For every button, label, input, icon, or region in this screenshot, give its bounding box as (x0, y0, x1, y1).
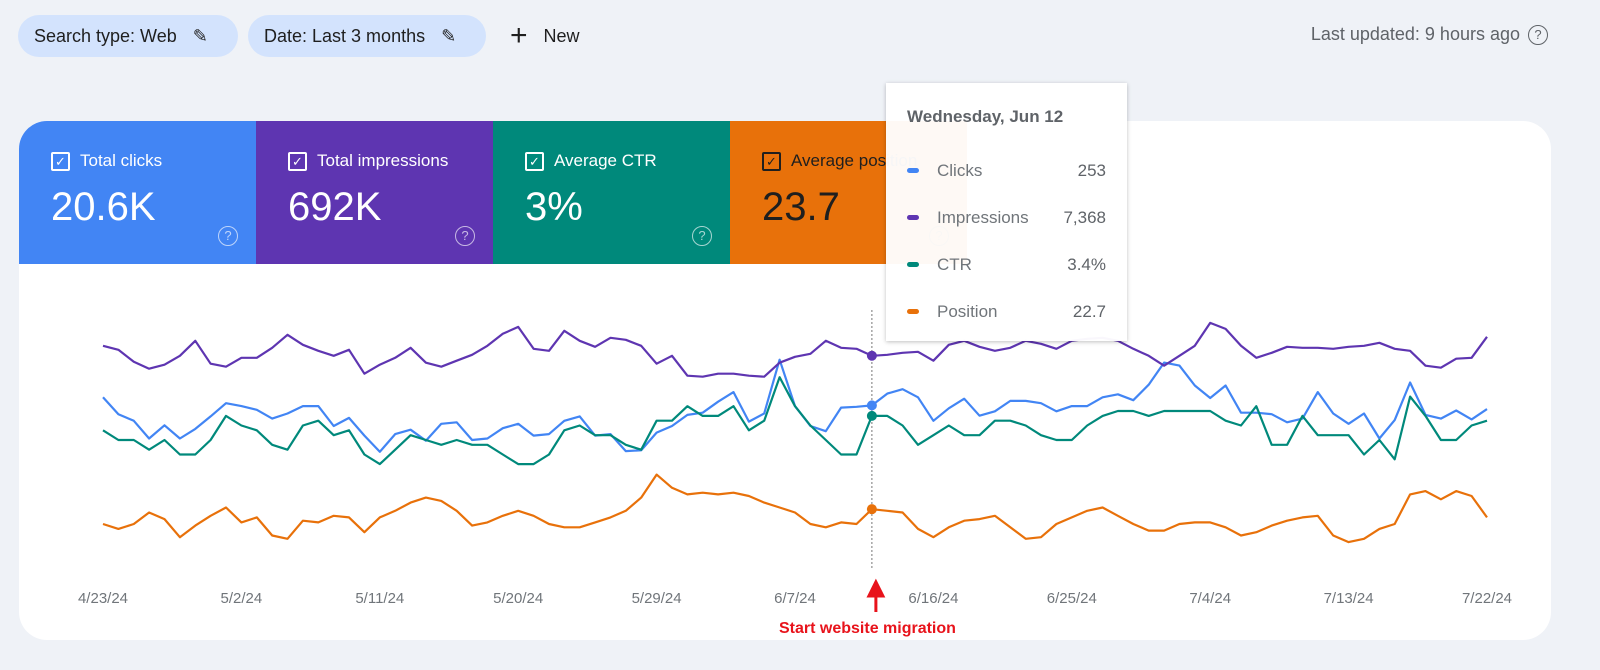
x-tick-label: 6/7/24 (774, 590, 816, 607)
migration-annotation: Start website migration (779, 620, 956, 637)
performance-line-chart[interactable]: 4/23/24 5/2/24 5/11/24 5/20/24 5/29/24 6/7/24… (0, 0, 1600, 670)
x-tick-label: 5/20/24 (493, 590, 543, 607)
tooltip-row-position: Position 22.7 (907, 288, 1106, 335)
legend-swatch (907, 168, 919, 173)
tooltip-metric-value: 7,368 (1063, 207, 1106, 227)
tooltip-row-impressions: Impressions 7,368 (907, 194, 1106, 241)
series-line-ctr (102, 376, 1488, 466)
highlight-point-clicks (866, 400, 877, 411)
legend-swatch (907, 215, 919, 220)
x-tick-label: 7/13/24 (1324, 590, 1374, 607)
x-tick-label: 5/29/24 (632, 590, 682, 607)
chart-tooltip: Wednesday, Jun 12 Clicks 253 Impressions 7… (886, 83, 1127, 341)
highlight-point-ctr (866, 410, 877, 421)
highlight-point-impressions (866, 350, 877, 361)
tooltip-metric-name: Clicks (937, 160, 983, 180)
x-tick-label: 5/11/24 (355, 590, 404, 607)
x-tick-label: 6/25/24 (1047, 590, 1097, 607)
x-tick-label: 7/4/24 (1189, 590, 1231, 607)
tooltip-metric-name: Impressions (937, 207, 1029, 227)
legend-swatch (907, 262, 919, 267)
tooltip-metric-value: 253 (1077, 160, 1106, 180)
x-tick-label: 7/22/24 (1462, 590, 1512, 607)
series-line-impressions (102, 321, 1488, 378)
x-tick-label: 4/23/24 (78, 590, 128, 607)
tooltip-metric-value: 3.4% (1067, 254, 1106, 274)
x-tick-label: 5/2/24 (221, 590, 263, 607)
tooltip-row-clicks: Clicks 253 (907, 147, 1106, 194)
tooltip-metric-value: 22.7 (1072, 301, 1106, 321)
annotation-arrow (866, 578, 886, 612)
tooltip-row-ctr: CTR 3.4% (907, 241, 1106, 288)
tooltip-metric-name: Position (937, 301, 998, 321)
x-tick-label: 6/16/24 (908, 590, 958, 607)
tooltip-date: Wednesday, Jun 12 (907, 107, 1064, 126)
legend-swatch (907, 309, 919, 314)
highlight-point-position (866, 504, 877, 515)
series-line-position (102, 473, 1488, 544)
tooltip-metric-name: CTR (937, 254, 972, 274)
